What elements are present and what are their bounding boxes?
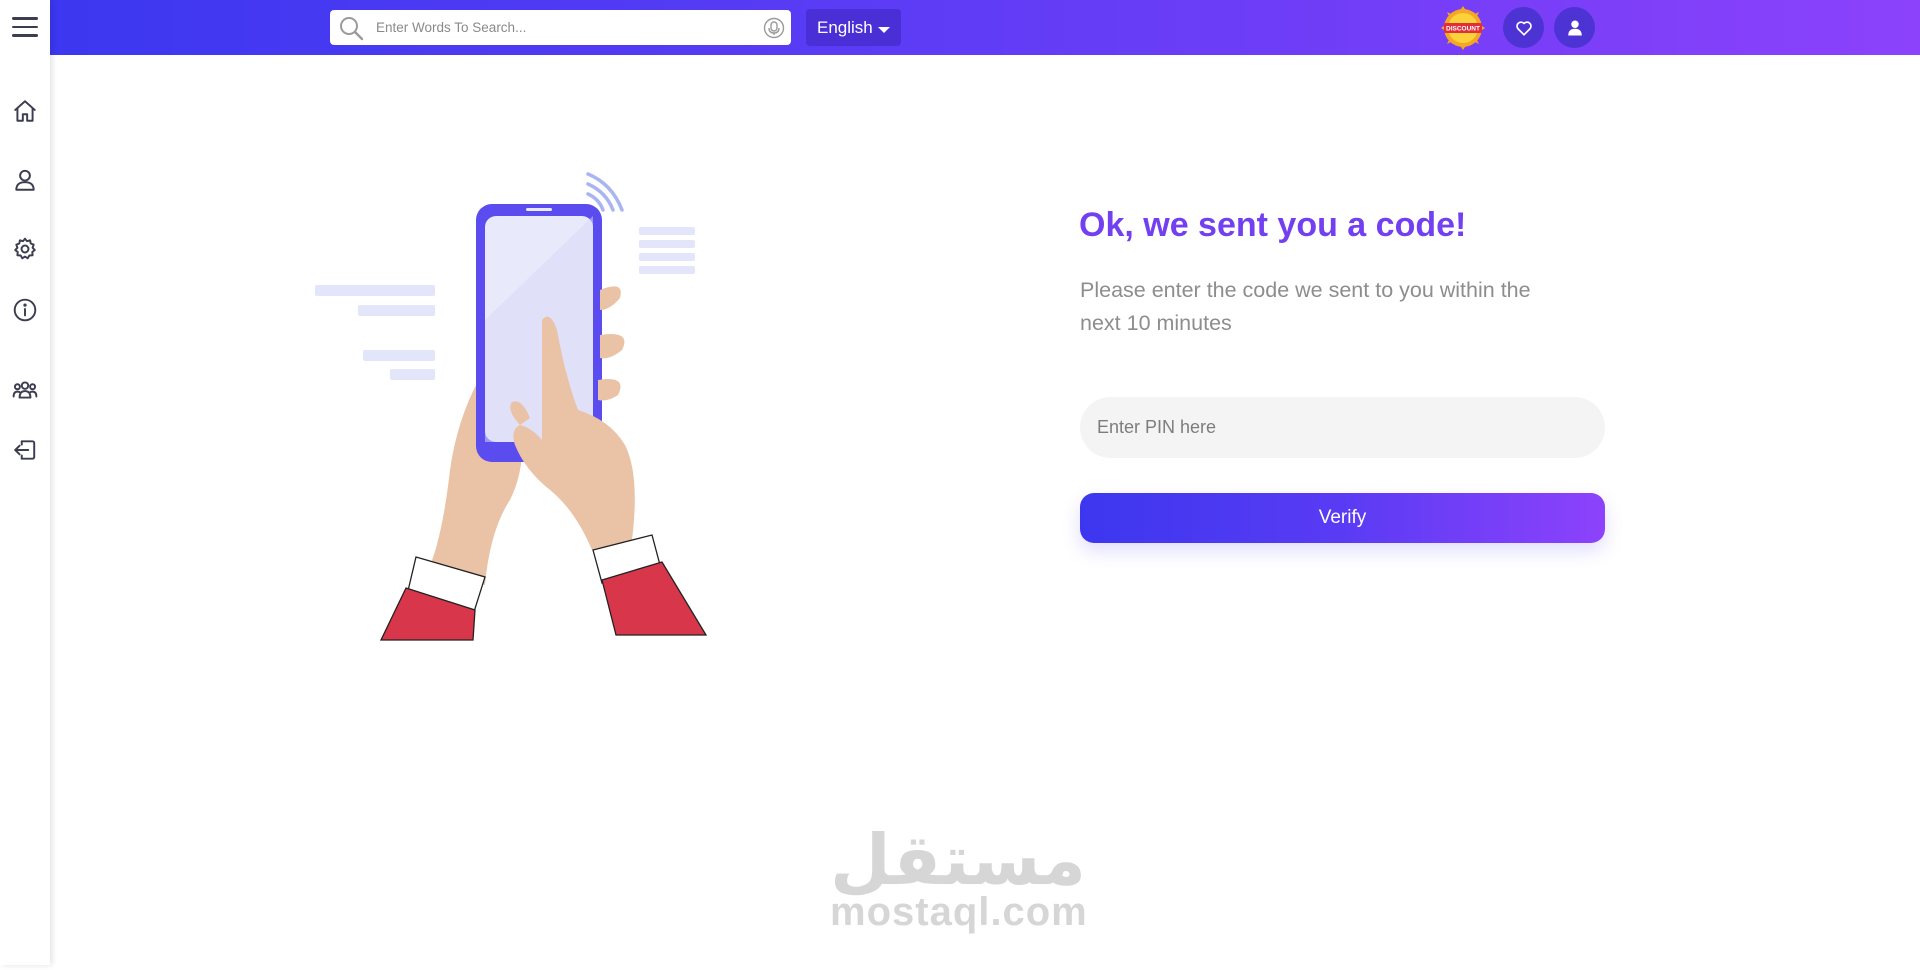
discount-badge-text: DISCOUNT [1446, 26, 1480, 33]
instruction-text: Please enter the code we sent to you wit… [1080, 278, 1531, 335]
watermark-logo: مستقل mostaql.com [830, 819, 1088, 970]
phone-in-hands-illustration [315, 172, 708, 641]
sidebar [0, 0, 50, 965]
voice-search-icon[interactable] [763, 17, 785, 39]
sidebar-item-login[interactable] [10, 435, 40, 465]
sidebar-item-profile[interactable] [10, 165, 40, 195]
user-icon [1567, 20, 1582, 35]
menu-toggle-icon[interactable] [12, 17, 38, 37]
language-dropdown[interactable]: English [806, 9, 901, 46]
info-icon [13, 298, 37, 322]
watermark-latin-text: mostaql.com [830, 890, 1088, 934]
sidebar-item-about[interactable] [10, 295, 40, 325]
discount-badge-icon[interactable]: DISCOUNT [1441, 6, 1485, 50]
search-input[interactable] [376, 16, 736, 39]
page-title: Ok, we sent you a code! [1079, 206, 1467, 244]
sidebar-item-settings[interactable] [10, 234, 40, 264]
sidebar-item-community[interactable] [10, 375, 40, 405]
account-button[interactable] [1554, 7, 1595, 48]
search-box[interactable] [330, 10, 791, 45]
pin-input[interactable] [1080, 397, 1605, 458]
gear-icon [14, 237, 36, 260]
chevron-down-icon [877, 26, 890, 33]
heart-icon [1515, 20, 1532, 36]
verify-button[interactable]: Verify [1080, 493, 1605, 543]
watermark-arabic-text: مستقل [830, 819, 1087, 901]
home-icon [14, 100, 36, 122]
top-navigation-bar: English DISCOUNT [0, 0, 1920, 55]
favorites-button[interactable] [1503, 7, 1544, 48]
sidebar-item-home[interactable] [10, 96, 40, 126]
search-icon[interactable] [338, 15, 364, 41]
language-selected: English [817, 17, 873, 37]
user-icon [15, 169, 35, 191]
users-group-icon [12, 381, 38, 399]
sign-in-icon [14, 440, 36, 460]
